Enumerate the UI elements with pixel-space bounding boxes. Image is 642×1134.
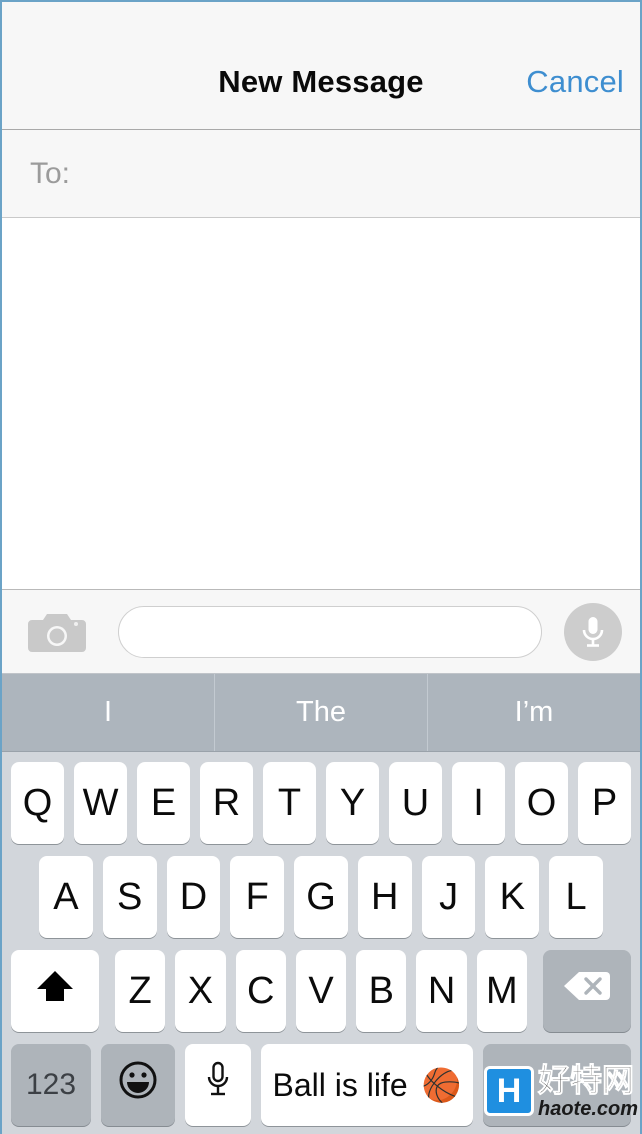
microphone-icon	[203, 1060, 233, 1110]
message-input[interactable]	[118, 605, 542, 658]
emoji-key[interactable]	[101, 1044, 175, 1126]
navigation-bar: New Message Cancel	[2, 2, 640, 130]
key-h[interactable]: H	[357, 856, 412, 938]
key-f[interactable]: F	[230, 856, 285, 938]
dictation-key[interactable]	[185, 1044, 251, 1126]
keyboard-row-3: Z X C V B N M	[2, 950, 640, 1032]
shift-key[interactable]	[11, 950, 100, 1032]
row3-left-gap	[104, 950, 110, 1032]
key-v[interactable]: V	[295, 950, 347, 1032]
key-c[interactable]: C	[235, 950, 286, 1032]
keyboard-row-1: Q W E R T Y U I O P	[2, 762, 640, 844]
keyboard-row-2: A S D F G H J K L	[2, 856, 640, 938]
delete-key[interactable]	[542, 950, 631, 1032]
to-label: To:	[30, 156, 71, 190]
key-y[interactable]: Y	[326, 762, 379, 844]
key-e[interactable]: E	[137, 762, 190, 844]
key-z[interactable]: Z	[115, 950, 166, 1032]
key-i[interactable]: I	[452, 762, 505, 844]
key-o[interactable]: O	[515, 762, 568, 844]
space-key-label: Ball is life	[272, 1066, 408, 1103]
conversation-transcript	[2, 218, 640, 590]
predictive-text-bar: I The I’m	[2, 674, 640, 752]
suggestion-1[interactable]: The	[215, 674, 428, 751]
key-q[interactable]: Q	[11, 762, 64, 844]
smiley-face-icon	[115, 1057, 161, 1113]
camera-icon[interactable]	[28, 610, 86, 654]
suggestion-0[interactable]: I	[2, 674, 215, 751]
key-r[interactable]: R	[200, 762, 253, 844]
compose-toolbar	[2, 590, 640, 674]
key-l[interactable]: L	[549, 856, 604, 938]
key-x[interactable]: X	[175, 950, 226, 1032]
key-s[interactable]: S	[102, 856, 157, 938]
key-n[interactable]: N	[416, 950, 467, 1032]
key-d[interactable]: D	[166, 856, 221, 938]
basketball-emoji-icon: 🏀	[421, 1067, 462, 1103]
space-key[interactable]: Ball is life 🏀	[261, 1044, 473, 1126]
key-m[interactable]: M	[476, 950, 527, 1032]
messages-new-message-screen: New Message Cancel To: I The I’m Q W E R…	[0, 0, 642, 1134]
key-j[interactable]: J	[421, 856, 476, 938]
key-p[interactable]: P	[578, 762, 631, 844]
key-k[interactable]: K	[485, 856, 540, 938]
recipient-field-row[interactable]: To:	[2, 130, 640, 218]
key-b[interactable]: B	[356, 950, 407, 1032]
row3-right-gap	[532, 950, 538, 1032]
backspace-icon	[562, 968, 612, 1014]
key-t[interactable]: T	[263, 762, 316, 844]
cancel-button[interactable]: Cancel	[526, 64, 624, 100]
keyboard-row-4: 123 Ball is life 🏀	[2, 1044, 640, 1126]
onscreen-keyboard: Q W E R T Y U I O P A S D F G H J K L Z …	[2, 752, 640, 1134]
key-g[interactable]: G	[294, 856, 348, 938]
return-key[interactable]	[483, 1044, 631, 1126]
key-u[interactable]: U	[389, 762, 442, 844]
suggestion-2[interactable]: I’m	[428, 674, 640, 751]
microphone-icon[interactable]	[564, 602, 622, 661]
key-w[interactable]: W	[74, 762, 127, 844]
shift-arrow-icon	[33, 964, 77, 1018]
numbers-key[interactable]: 123	[11, 1044, 91, 1126]
key-a[interactable]: A	[38, 856, 93, 938]
